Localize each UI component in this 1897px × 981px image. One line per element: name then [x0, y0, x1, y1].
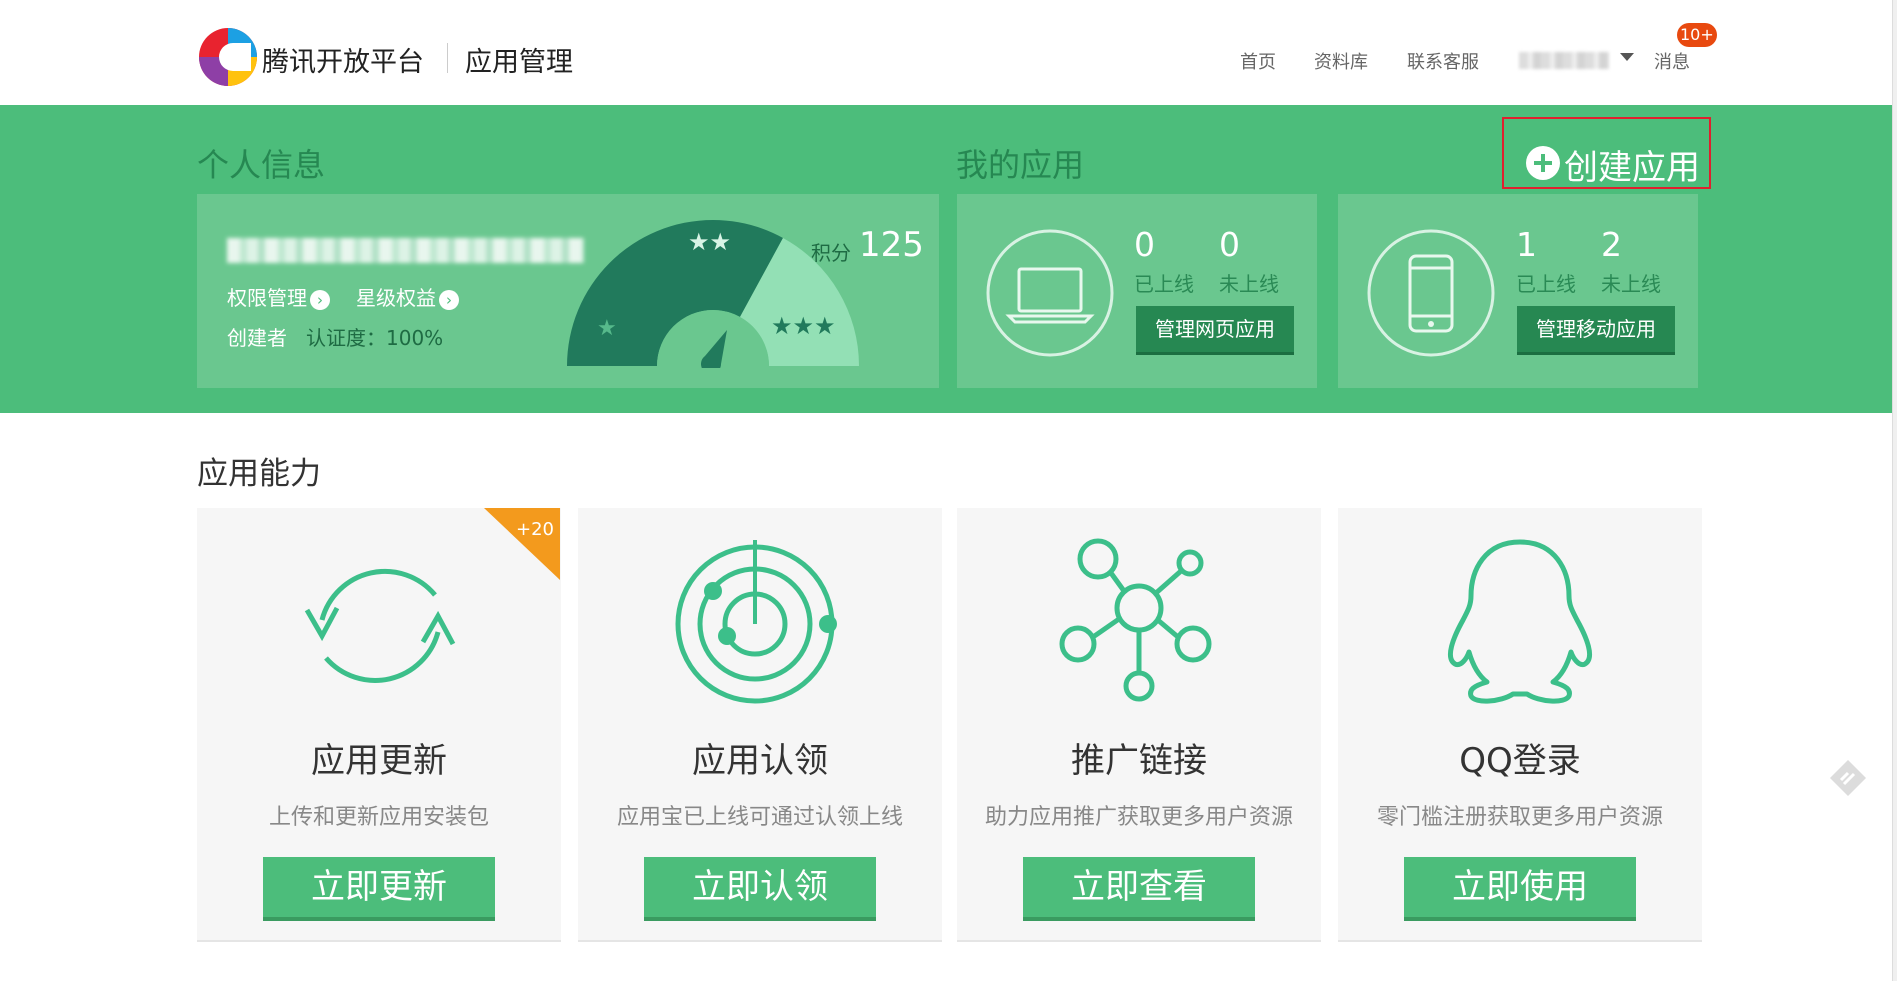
- role-label: 创建者: [227, 326, 287, 350]
- view-now-button[interactable]: 立即查看: [1023, 857, 1255, 917]
- web-online-label: 已上线: [1134, 272, 1194, 296]
- update-now-button[interactable]: 立即更新: [263, 857, 495, 917]
- profile-title: 个人信息: [197, 146, 326, 184]
- score-value: 125: [859, 225, 924, 265]
- chevron-down-icon[interactable]: [1620, 53, 1634, 61]
- messages-badge: 10+: [1677, 23, 1717, 47]
- capabilities-title: 应用能力: [197, 456, 321, 492]
- brand-divider: [447, 43, 448, 73]
- star-benefits-link-label: 星级权益: [356, 286, 436, 310]
- brand-name[interactable]: 腾讯开放平台: [262, 40, 424, 79]
- nav-library[interactable]: 资料库: [1314, 48, 1368, 74]
- account-name-redacted: [227, 238, 584, 263]
- manage-web-apps-button[interactable]: 管理网页应用: [1136, 306, 1294, 352]
- nav-messages[interactable]: 消息: [1654, 48, 1690, 74]
- claim-now-button[interactable]: 立即认领: [644, 857, 876, 917]
- card-title-qq-login: QQ登录: [1459, 741, 1581, 781]
- permissions-link[interactable]: 权限管理 ›: [227, 282, 330, 311]
- section-title: 应用管理: [465, 47, 573, 78]
- chevron-right-icon: ›: [310, 289, 330, 310]
- tencent-open-platform-logo[interactable]: [197, 26, 259, 88]
- nav-contact-support[interactable]: 联系客服: [1407, 48, 1479, 74]
- card-title-claim: 应用认领: [692, 741, 828, 781]
- star-level-low: ★: [597, 316, 617, 341]
- certification-level: 认证度：100%: [306, 326, 444, 350]
- star-level-mid: ★★: [688, 228, 732, 256]
- card-desc-update: 上传和更新应用安装包: [268, 805, 489, 830]
- qq-penguin-icon: [1448, 539, 1592, 704]
- mobile-offline-count: 2: [1601, 225, 1622, 264]
- card-title-promotion: 推广链接: [1071, 741, 1207, 781]
- star-level-high: ★★★: [771, 312, 836, 340]
- web-offline-label: 未上线: [1219, 272, 1279, 296]
- create-app-button[interactable]: 创建应用: [1564, 140, 1700, 189]
- laptop-icon: [986, 229, 1114, 357]
- card-desc-claim: 应用宝已上线可通过认领上线: [616, 805, 903, 830]
- chevron-right-icon: ›: [439, 289, 459, 310]
- radar-icon: [675, 540, 837, 704]
- feedback-icon[interactable]: [1828, 758, 1868, 798]
- card-desc-qq-login: 零门槛注册获取更多用户资源: [1376, 805, 1663, 830]
- refresh-icon: [304, 568, 456, 683]
- manage-mobile-apps-button[interactable]: 管理移动应用: [1517, 306, 1675, 352]
- nav-home[interactable]: 首页: [1240, 48, 1276, 74]
- web-offline-count: 0: [1219, 225, 1240, 264]
- page-scrollbar[interactable]: [1892, 0, 1897, 981]
- score-label: 积分: [811, 241, 851, 265]
- card-desc-promotion: 助力应用推广获取更多用户资源: [984, 805, 1293, 830]
- card-title-update: 应用更新: [311, 741, 447, 781]
- star-benefits-link[interactable]: 星级权益 ›: [356, 282, 459, 311]
- my-apps-title: 我的应用: [956, 146, 1085, 184]
- network-icon: [1059, 538, 1212, 702]
- mobile-online-label: 已上线: [1516, 272, 1576, 296]
- mobile-online-count: 1: [1516, 225, 1537, 264]
- bonus-points-label: +20: [516, 519, 554, 540]
- permissions-link-label: 权限管理: [227, 286, 307, 310]
- mobile-offline-label: 未上线: [1601, 272, 1661, 296]
- mobile-phone-icon: [1367, 229, 1495, 357]
- use-now-button[interactable]: 立即使用: [1404, 857, 1636, 917]
- top-header: 腾讯开放平台 应用管理 首页 资料库 联系客服 消息 10+: [0, 0, 1897, 105]
- plus-circle-icon[interactable]: [1526, 146, 1560, 180]
- web-online-count: 0: [1134, 225, 1155, 264]
- user-name-redacted[interactable]: [1519, 52, 1609, 69]
